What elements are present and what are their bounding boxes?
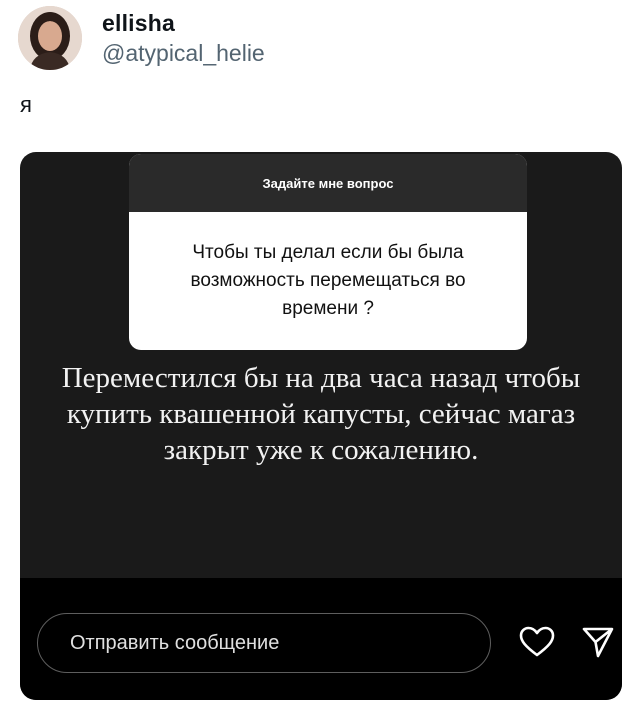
story-answer-text: Переместился бы на два часа назад чтобы … — [61, 362, 581, 466]
tweet-text: я — [20, 92, 32, 117]
tweet-header: ellisha @atypical_helie — [18, 4, 618, 70]
story-reply-bar: Отправить сообщение — [20, 578, 622, 700]
avatar[interactable] — [18, 6, 82, 70]
question-sticker-title: Задайте мне вопрос — [129, 154, 527, 212]
display-name[interactable]: ellisha — [102, 10, 175, 37]
heart-icon[interactable] — [519, 626, 555, 658]
message-input[interactable]: Отправить сообщение — [37, 613, 491, 673]
send-icon[interactable] — [581, 625, 615, 659]
story-screenshot: Задайте мне вопрос Чтобы ты делал если б… — [20, 152, 622, 700]
question-sticker-text: Чтобы ты делал если бы была возможность … — [190, 242, 466, 319]
user-handle[interactable]: @atypical_helie — [102, 40, 265, 67]
question-sticker: Задайте мне вопрос Чтобы ты делал если б… — [129, 154, 527, 350]
